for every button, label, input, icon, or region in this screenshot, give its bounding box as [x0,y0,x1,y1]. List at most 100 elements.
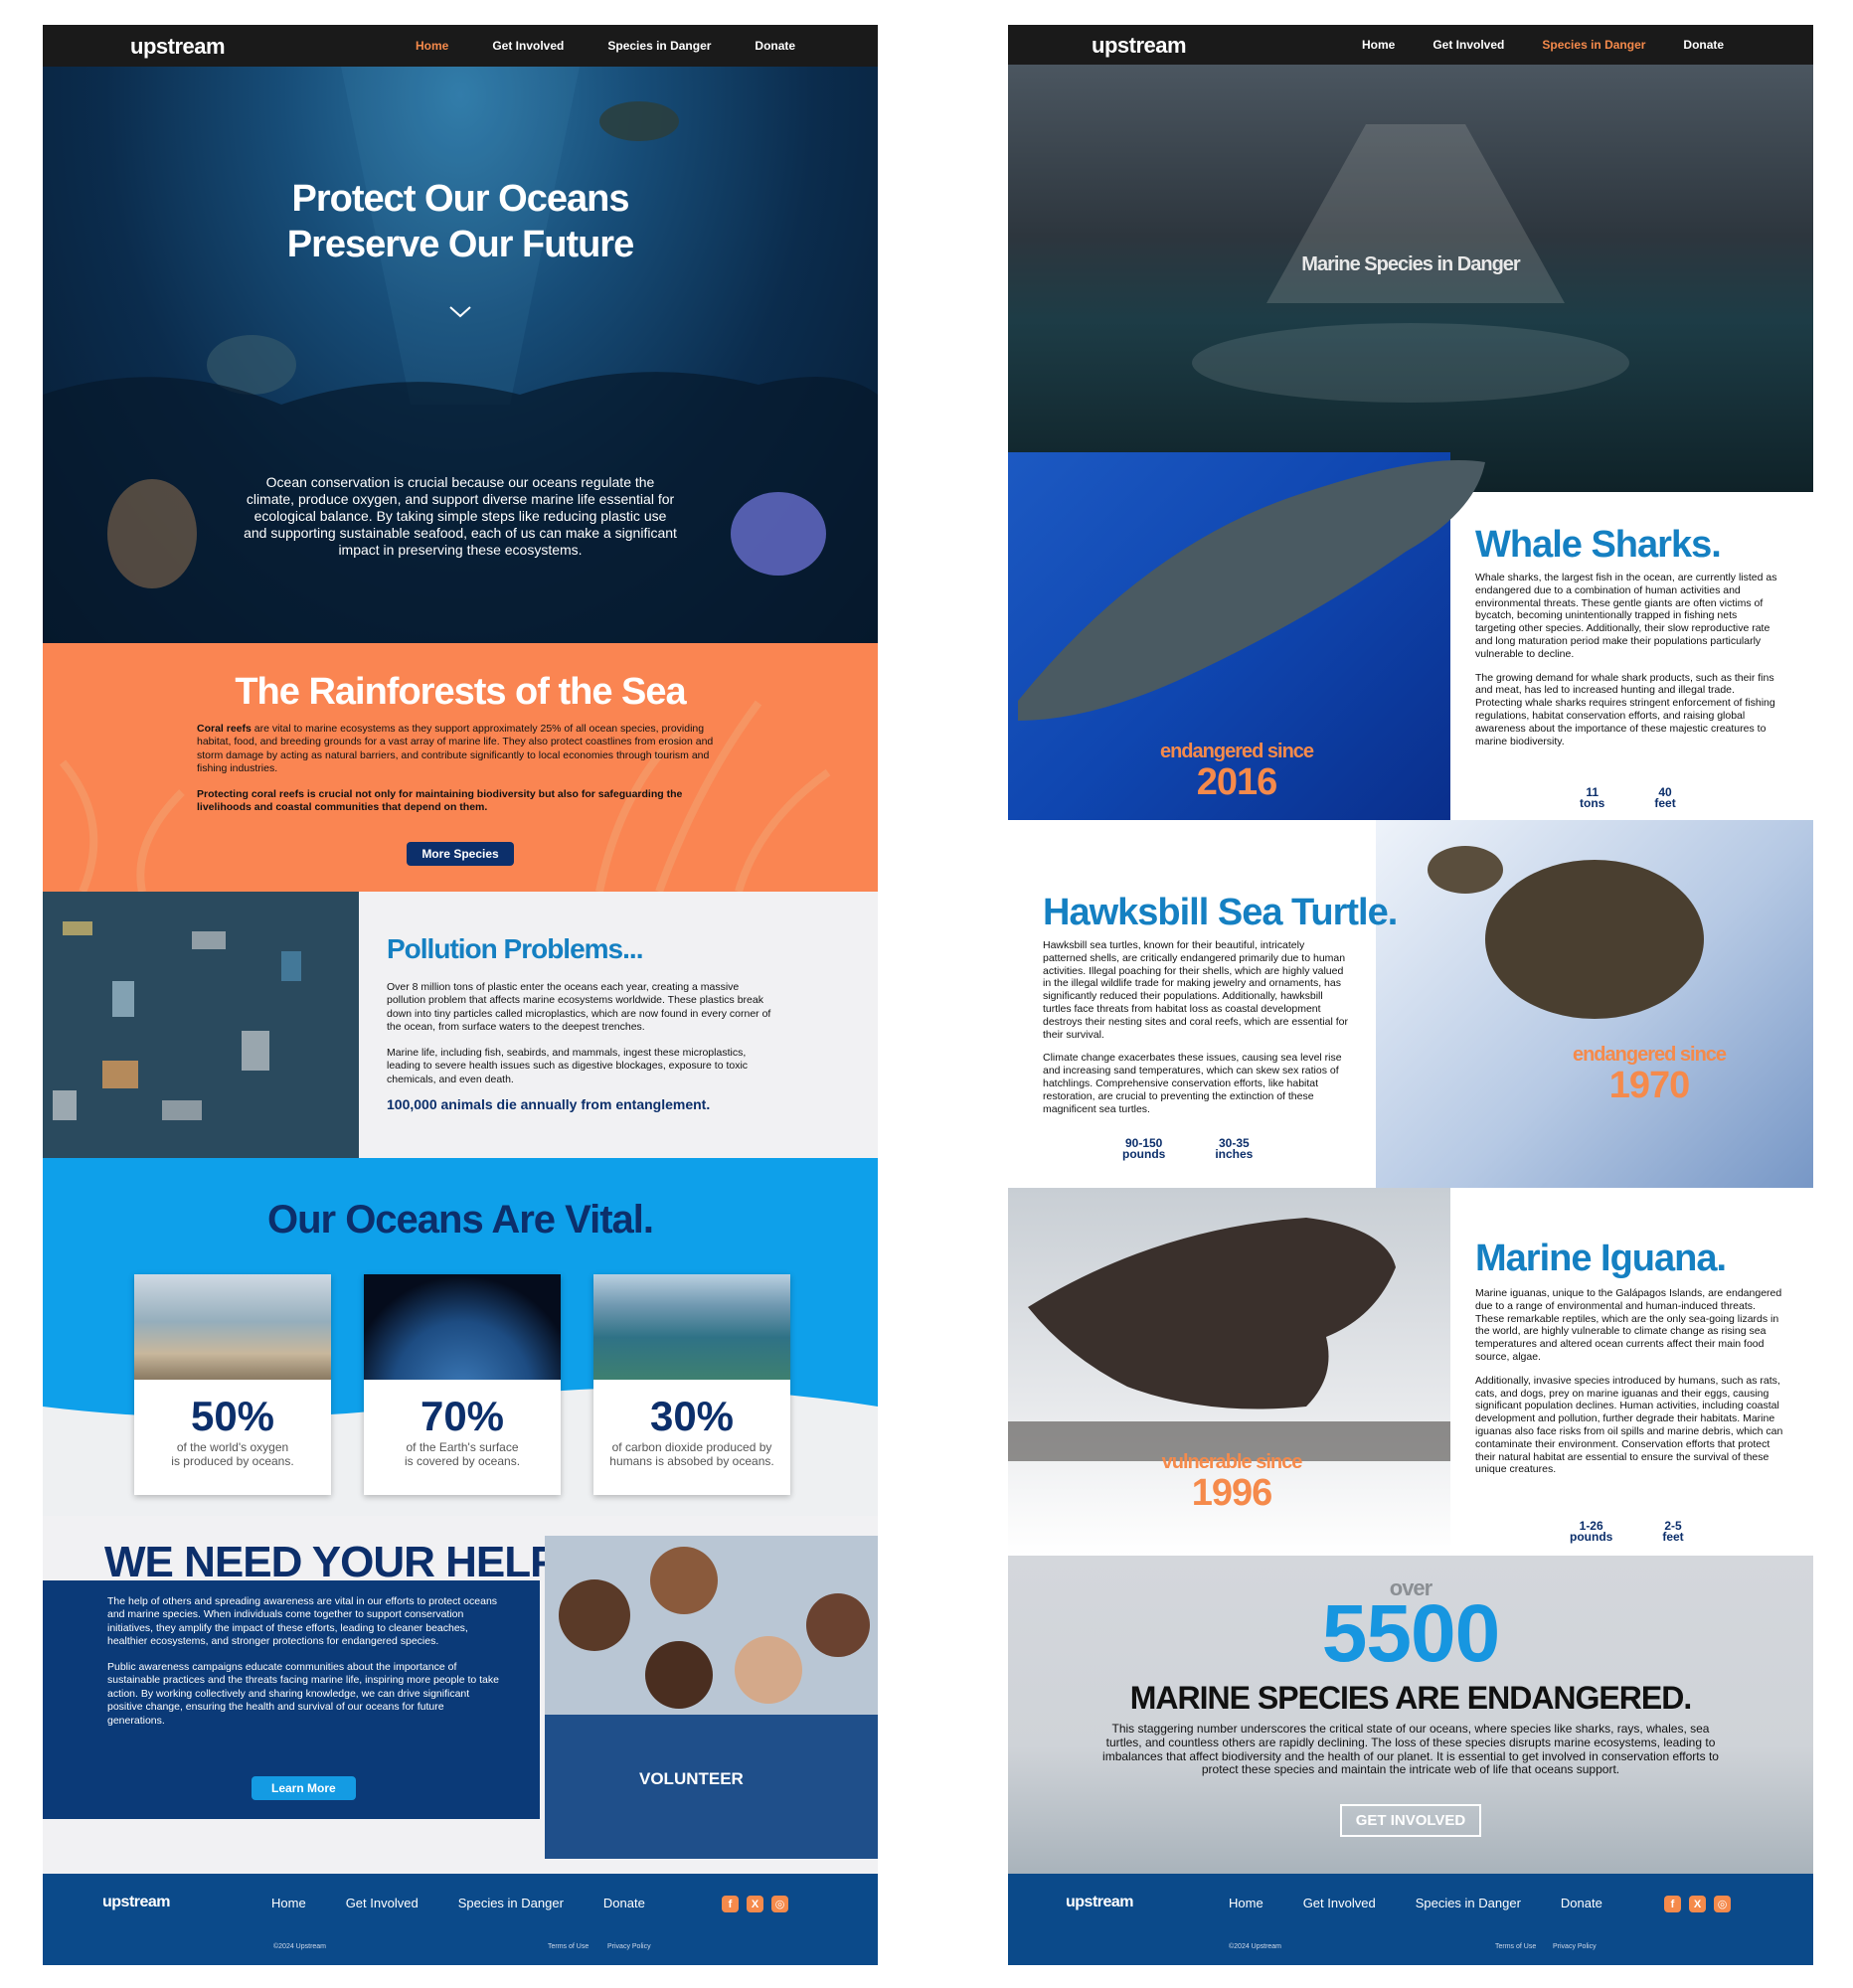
social-icons: f X ◎ [722,1896,788,1912]
hero-title: Protect Our Oceans Preserve Our Future [286,178,634,265]
nav-home[interactable]: Home [416,39,448,53]
footer-get-involved[interactable]: Get Involved [1303,1896,1376,1910]
copyright: ©2024 Upstream [273,1943,327,1950]
facebook-icon[interactable]: f [1664,1896,1681,1912]
species-page: upstream Home Get Involved Species in Da… [1008,25,1813,1965]
pollution-highlight: 100,000 animals die annually from entang… [387,1096,711,1113]
get-involved-button[interactable]: GET INVOLVED [1339,1804,1482,1837]
instagram-icon[interactable]: ◎ [771,1896,788,1912]
more-species-button[interactable]: More Species [407,842,514,866]
storm-sea-image [1192,124,1629,403]
facebook-icon[interactable]: f [722,1896,739,1912]
logo[interactable]: upstream [130,34,226,60]
help-title: WE NEED YOUR HELP [104,1538,559,1586]
help-text: The help of others and spreading awarene… [107,1595,499,1727]
help-button-wrap: Learn More [252,1776,356,1800]
footer-nav: Home Get Involved Species in Danger Dona… [1229,1896,1602,1910]
footer-home[interactable]: Home [1229,1896,1263,1910]
whale-title: Whale Sharks. [1475,524,1722,566]
jellyfish-shape-2 [731,492,826,576]
volunteer-shirt-text: VOLUNTEER [639,1769,744,1788]
pollution-title: Pollution Problems... [387,933,643,964]
turtle-text: Hawksbill sea turtles, known for their b… [1043,939,1348,1115]
turtle-shape [1428,846,1704,1019]
species-count-section: over 5500 MARINE SPECIES ARE ENDANGERED.… [1008,1556,1813,1874]
nav-home[interactable]: Home [1362,38,1395,52]
footer-logo[interactable]: upstream [102,1894,171,1911]
top-nav: upstream Home Get Involved Species in Da… [43,25,878,67]
stats-row: 50% of the world's oxygen is produced by … [134,1274,790,1495]
footer-logo[interactable]: upstream [1066,1894,1134,1911]
x-icon[interactable]: X [1689,1896,1706,1912]
nav-donate[interactable]: Donate [755,39,795,53]
vital-title: Our Oceans Are Vital. [266,1198,654,1242]
nav-get-involved[interactable]: Get Involved [492,39,564,53]
turtle-stats: 90-150 pounds 30-35 inches [1122,1136,1254,1162]
stat-value: 50% [190,1393,275,1439]
home-page: upstream Home Get Involved Species in Da… [43,25,878,1965]
count-headline: MARINE SPECIES ARE ENDANGERED. [1129,1680,1692,1716]
get-involved-wrap: GET INVOLVED [1008,1804,1813,1837]
privacy-link[interactable]: Privacy Policy [1553,1943,1597,1950]
nav-species[interactable]: Species in Danger [1542,38,1645,52]
whale-text: Whale sharks, the largest fish in the oc… [1475,572,1777,747]
footer-species[interactable]: Species in Danger [1416,1896,1521,1910]
footer-species[interactable]: Species in Danger [458,1896,564,1910]
nav-species[interactable]: Species in Danger [607,39,711,53]
stat-card-oxygen: 50% of the world's oxygen is produced by … [134,1274,331,1495]
stat-value: 70% [420,1393,505,1439]
terms-link[interactable]: Terms of Use [548,1943,589,1950]
nav-links: Home Get Involved Species in Danger Dona… [1362,25,1724,65]
whale-stats: 11 tons 40 feet [1580,785,1676,811]
beach-image [134,1274,331,1380]
species-hero: Marine Species in Danger [1008,65,1813,492]
stat-card-surface: 70% of the Earth's surface is covered by … [364,1274,561,1495]
nav-donate[interactable]: Donate [1683,38,1724,52]
species-footer: upstream Home Get Involved Species in Da… [1008,1874,1813,1965]
sea-turtle-shape [599,101,679,141]
reef-title: The Rainforests of the Sea [235,671,686,713]
stat-label: of carbon dioxide produced by humans is a… [609,1440,774,1468]
reef-text: Coral reefs are vital to marine ecosyste… [197,723,714,814]
iguana-stats: 1-26 pounds 2-5 feet [1570,1519,1684,1545]
turtle-status: endangered since 1970 [1572,1044,1727,1106]
nav-get-involved[interactable]: Get Involved [1432,38,1504,52]
turtle-image [1376,820,1813,1188]
vital-section: Our Oceans Are Vital. 50% of the world's… [43,1158,878,1516]
social-icons: f X ◎ [1664,1896,1731,1912]
pollution-section: Pollution Problems... Over 8 million ton… [43,892,878,1158]
stat-label: of the Earth's surface is covered by ocea… [404,1440,521,1468]
count-body: This staggering number underscores the c… [1102,1722,1719,1777]
footer-donate[interactable]: Donate [1561,1896,1602,1910]
learn-more-button[interactable]: Learn More [252,1776,356,1800]
help-section: WE NEED YOUR HELP The help of others and… [43,1516,878,1874]
logo[interactable]: upstream [1092,33,1187,59]
chevron-down-icon[interactable] [448,305,472,319]
whale-status: endangered since 2016 [1159,741,1314,803]
jellyfish-shape [107,479,197,588]
home-footer: upstream Home Get Involved Species in Da… [43,1874,878,1965]
footer-get-involved[interactable]: Get Involved [346,1896,419,1910]
footer-donate[interactable]: Donate [603,1896,645,1910]
volunteers-image: VOLUNTEER [545,1536,878,1859]
pollution-text: Over 8 million tons of plastic enter the… [387,981,779,1112]
stat-value: 30% [649,1393,735,1439]
species-hero-title: Marine Species in Danger [1301,253,1520,275]
turtle-title: Hawksbill Sea Turtle. [1043,892,1398,933]
terms-link[interactable]: Terms of Use [1495,1943,1536,1950]
hero-body: Ocean conservation is crucial because ou… [244,474,677,558]
earth-image [364,1274,561,1380]
iguana-status: vulnerable since 1996 [1161,1451,1303,1514]
x-icon[interactable]: X [747,1896,763,1912]
stat-label: of the world's oxygen is produced by ocea… [171,1440,294,1468]
iguana-title: Marine Iguana. [1475,1238,1727,1279]
privacy-link[interactable]: Privacy Policy [607,1943,651,1950]
reef-section: The Rainforests of the Sea Coral reefs a… [43,643,878,892]
top-nav: upstream Home Get Involved Species in Da… [1008,25,1813,65]
iguana-text: Marine iguanas, unique to the Galápagos … [1475,1287,1783,1476]
reef-button-wrap: More Species [43,842,878,866]
stat-card-carbon: 30% of carbon dioxide produced by humans … [593,1274,790,1495]
footer-home[interactable]: Home [271,1896,306,1910]
copyright: ©2024 Upstream [1229,1943,1282,1950]
instagram-icon[interactable]: ◎ [1714,1896,1731,1912]
